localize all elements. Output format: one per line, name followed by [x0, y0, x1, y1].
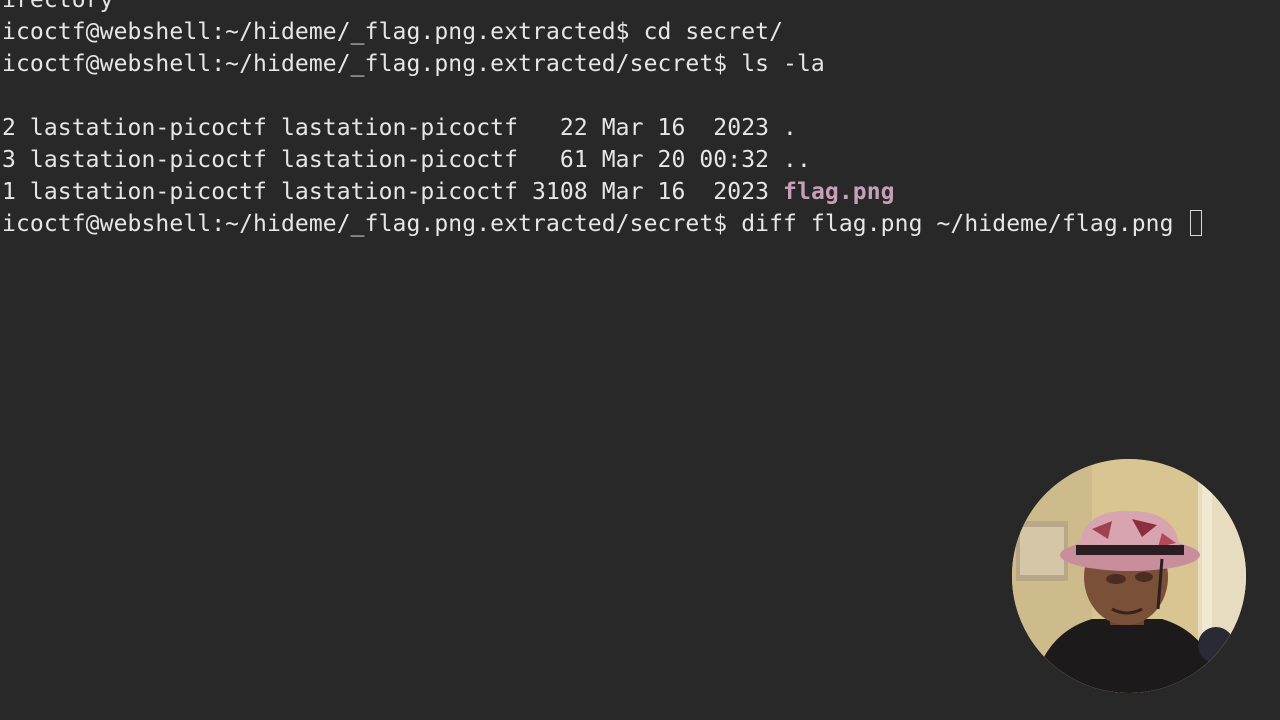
terminal-line: icoctf@webshell:~/hideme/_flag.png.extra…: [2, 19, 784, 45]
prompt-line[interactable]: icoctf@webshell:~/hideme/_flag.png.extra…: [2, 208, 1202, 240]
highlighted-filename: flag.png: [783, 179, 895, 205]
terminal-line: icoctf@webshell:~/hideme/_flag.png.extra…: [2, 51, 825, 77]
terminal-line: 2 lastation-picoctf lastation-picoctf 22…: [2, 115, 797, 141]
terminal-line: 3 lastation-picoctf lastation-picoctf 61…: [2, 147, 811, 173]
terminal-line: irectory: [2, 0, 114, 13]
text-cursor: [1189, 210, 1202, 236]
webcam-overlay: [1012, 459, 1246, 693]
command-input[interactable]: icoctf@webshell:~/hideme/_flag.png.extra…: [2, 211, 1188, 237]
ls-entry-text: 1 lastation-picoctf lastation-picoctf 31…: [2, 179, 784, 205]
terminal-line: 1 lastation-picoctf lastation-picoctf 31…: [2, 176, 895, 208]
webcam-person-image: [1012, 459, 1246, 693]
